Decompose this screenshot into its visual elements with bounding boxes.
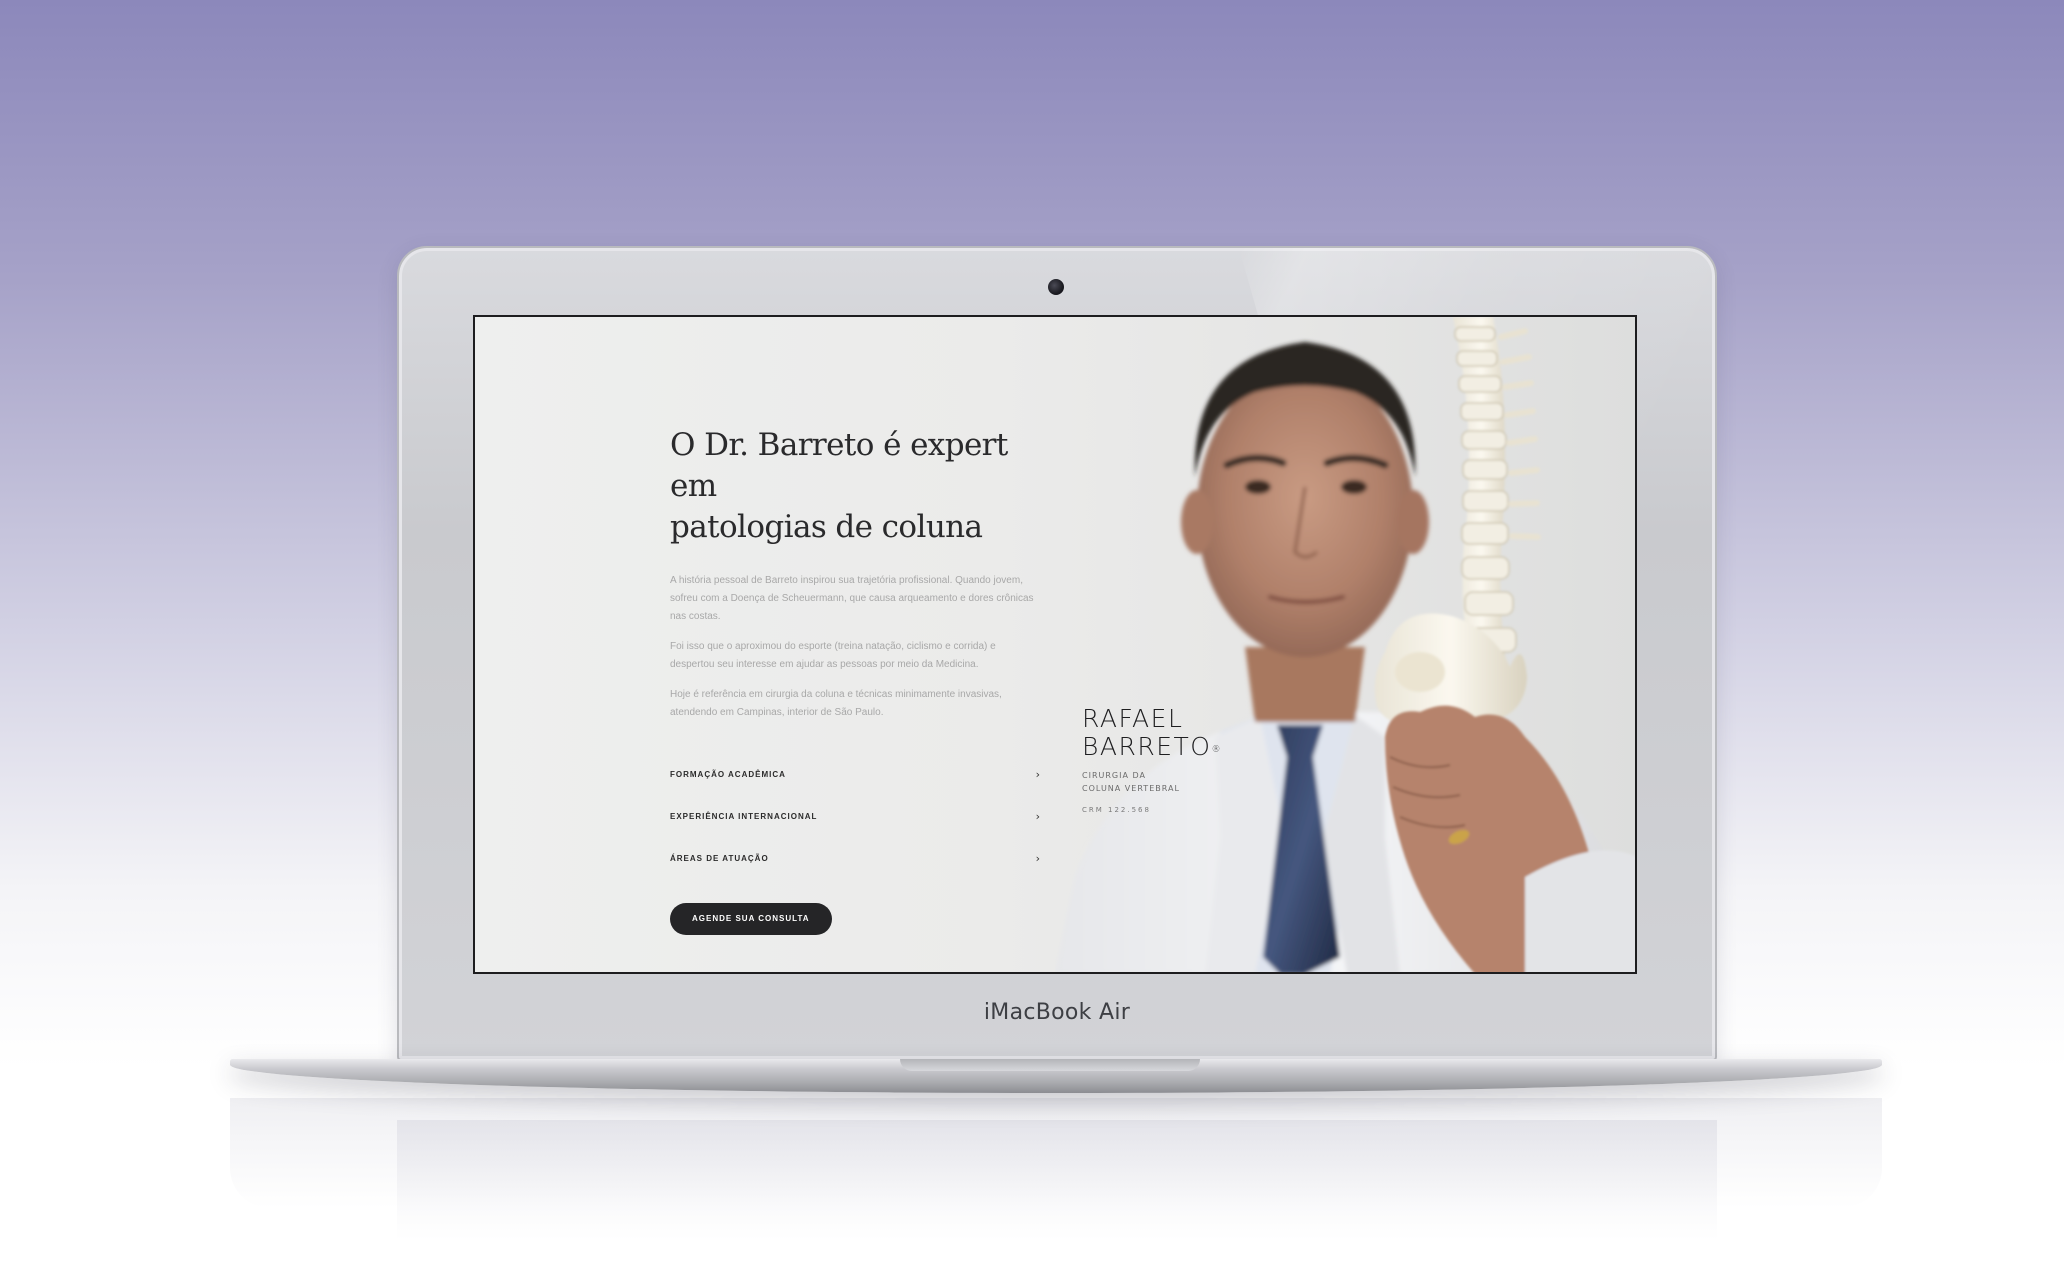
logo-specialty-line2: COLUNA VERTEBRAL bbox=[1082, 784, 1180, 793]
schedule-consultation-button[interactable]: AGENDE SUA CONSULTA bbox=[670, 903, 832, 935]
chevron-right-icon: › bbox=[1035, 767, 1040, 781]
accordion-item-label: EXPERIÊNCIA INTERNACIONAL bbox=[670, 811, 818, 821]
info-accordion: FORMAÇÃO ACADÊMICA › EXPERIÊNCIA INTERNA… bbox=[670, 753, 1040, 879]
chevron-right-icon: › bbox=[1035, 851, 1040, 865]
chevron-right-icon: › bbox=[1035, 809, 1040, 823]
accordion-item-formacao-academica[interactable]: FORMAÇÃO ACADÊMICA › bbox=[670, 753, 1040, 795]
logo-name: RAFAEL BARRETO® bbox=[1082, 705, 1222, 761]
page-title: O Dr. Barreto é expert em patologias de … bbox=[670, 425, 1040, 548]
laptop-opening-notch bbox=[900, 1059, 1200, 1071]
registered-mark: ® bbox=[1211, 745, 1222, 755]
accordion-item-label: FORMAÇÃO ACADÊMICA bbox=[670, 769, 786, 779]
bio-paragraph-3: Hoje é referência em cirurgia da coluna … bbox=[670, 689, 1002, 718]
logo-crm: CRM 122.568 bbox=[1082, 806, 1151, 814]
device-lid-reflection bbox=[397, 1120, 1717, 1240]
logo-specialty-line1: CIRURGIA DA bbox=[1082, 771, 1146, 780]
accordion-item-areas-de-atuacao[interactable]: ÁREAS DE ATUAÇÃO › bbox=[670, 837, 1040, 879]
page-title-line1: O Dr. Barreto é expert em bbox=[670, 427, 1008, 504]
doctor-hero-photo bbox=[1055, 317, 1635, 972]
bio-paragraph-2: Foi isso que o aproximou do esporte (tre… bbox=[670, 641, 996, 670]
accordion-item-experiencia-internacional[interactable]: EXPERIÊNCIA INTERNACIONAL › bbox=[670, 795, 1040, 837]
logo-name-line2: BARRETO bbox=[1082, 732, 1212, 761]
laptop-screen: O Dr. Barreto é expert em patologias de … bbox=[473, 315, 1637, 974]
accordion-item-label: ÁREAS DE ATUAÇÃO bbox=[670, 853, 769, 863]
bio-paragraph-1: A história pessoal de Barreto inspirou s… bbox=[670, 575, 1034, 622]
device-brand-label: iMacBook Air bbox=[983, 1000, 1131, 1025]
doctor-logo: RAFAEL BARRETO® CIRURGIA DA COLUNA VERTE… bbox=[1082, 705, 1222, 815]
logo-name-line1: RAFAEL bbox=[1082, 704, 1184, 733]
webcam-icon bbox=[1048, 279, 1064, 295]
page-title-line2: patologias de coluna bbox=[670, 509, 983, 545]
laptop-base bbox=[230, 1059, 1882, 1093]
hero-copy: O Dr. Barreto é expert em patologias de … bbox=[670, 425, 1040, 935]
logo-specialty: CIRURGIA DA COLUNA VERTEBRAL bbox=[1082, 769, 1222, 795]
